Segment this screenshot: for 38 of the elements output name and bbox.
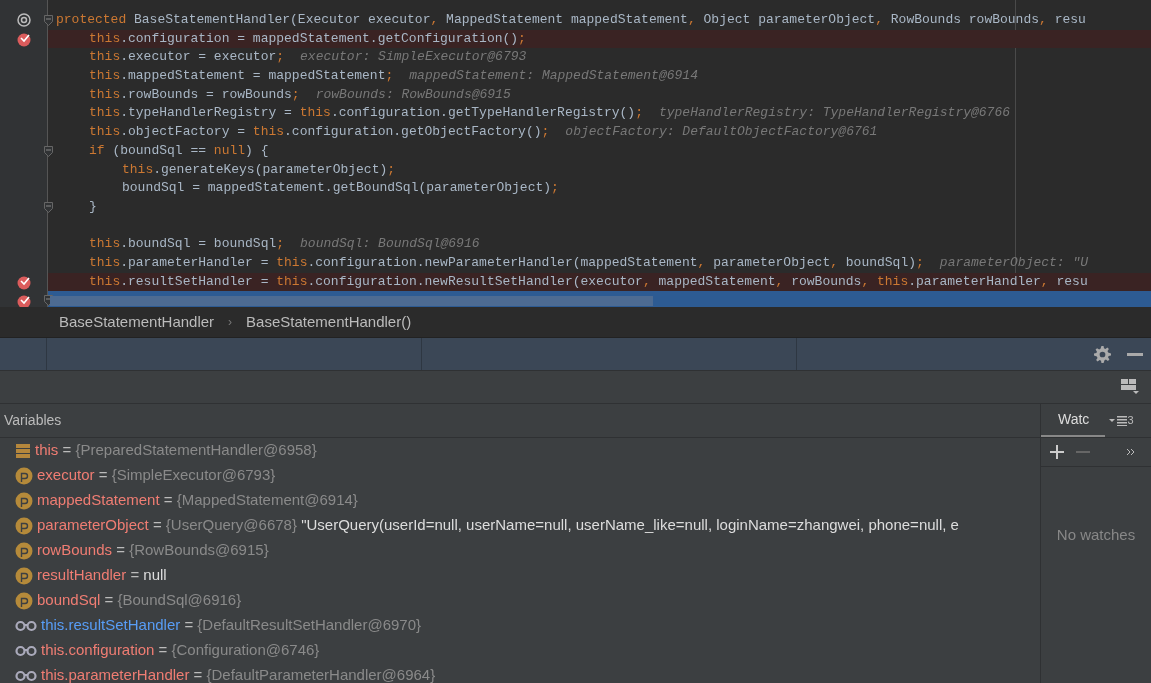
code-line: if (boundSql == null) { [89,141,269,160]
breadcrumb-item[interactable]: BaseStatementHandler [59,310,215,334]
inline-hint: executor: SimpleExecutor@6793 [300,48,527,67]
variable-entry[interactable]: executor = {SimpleExecutor@6793} [37,464,276,487]
code-line: this.parameterHandler = this.configuration.newParameterHandler(mappedStatement, parameterObject, boundSql); [89,253,924,272]
code-line: this.generateKeys(parameterObject); [122,160,396,179]
code-line: boundSql = mappedStatement.getBoundSql(parameterObject); [122,179,559,198]
watches-tab[interactable]: Watc [1041,404,1106,437]
inline-hint: objectFactory: DefaultObjectFactory@6761 [565,123,878,142]
breadcrumb-item[interactable]: BaseStatementHandler() [246,310,412,334]
separator-icon: › [228,313,233,331]
code-line: this.executor = executor; [89,48,285,67]
code-line: this.resultSetHandler = this.configuration.newResultSetHandler(executor, mappedStatement, rowBounds, this.parameterHandler, resu [89,272,1088,291]
variable-entry[interactable]: mappedStatement = {MappedStatement@6914} [37,489,358,512]
code-line: protected BaseStatementHandler(Executor executor, MappedStatement mappedStatement, Object parameterObject, RowBounds rowBounds, resu [56,11,1086,29]
variable-entry[interactable]: boundSql = {BoundSql@6916} [37,589,242,612]
variable-entry[interactable]: this = {PreparedStatementHandler@6958} [35,439,317,462]
empty-message: No watches [1056,524,1136,545]
code-line: this.boundSql = boundSql; [89,235,285,254]
code-line: this.configuration = mappedStatement.getConfiguration(); [89,29,526,48]
variable-entry[interactable]: rowBounds = {RowBounds@6915} [37,539,269,562]
watch-count: 3 [1127,413,1134,429]
variable-entry[interactable]: this.resultSetHandler = {DefaultResultSetHandler@6970} [41,614,422,637]
inline-hint: typeHandlerRegistry: TypeHandlerRegistry@6766 [658,104,1010,123]
code-line: this.rowBounds = rowBounds; [89,85,300,104]
variable-entry[interactable]: resultHandler = null [37,564,167,587]
inline-hint: rowBounds: RowBounds@6915 [315,85,511,104]
inline-hint: mappedStatement: MappedStatement@6914 [409,67,698,86]
panel-title: Variables [4,411,62,430]
inline-hint: boundSql: BoundSql@6916 [300,235,480,254]
code-line: this.typeHandlerRegistry = this.configuration.getTypeHandlerRegistry(); [89,104,643,123]
variable-entry[interactable]: parameterObject = {UserQuery@6678} "UserQuery(userId=null, userName=null, userName_like=null, loginName=zhangwei, phone=null, e [37,514,959,537]
variable-entry[interactable]: this.configuration = {Configuration@6746} [41,639,320,662]
code-line: this.objectFactory = this.configuration.getObjectFactory(); [89,123,550,142]
variable-entry[interactable]: this.parameterHandler = {DefaultParameterHandler@6964} [41,664,436,683]
code-line: this.mappedStatement = mappedStatement; [89,67,394,86]
code-line: } [89,197,97,216]
inline-hint: parameterObject: "U [939,253,1089,272]
